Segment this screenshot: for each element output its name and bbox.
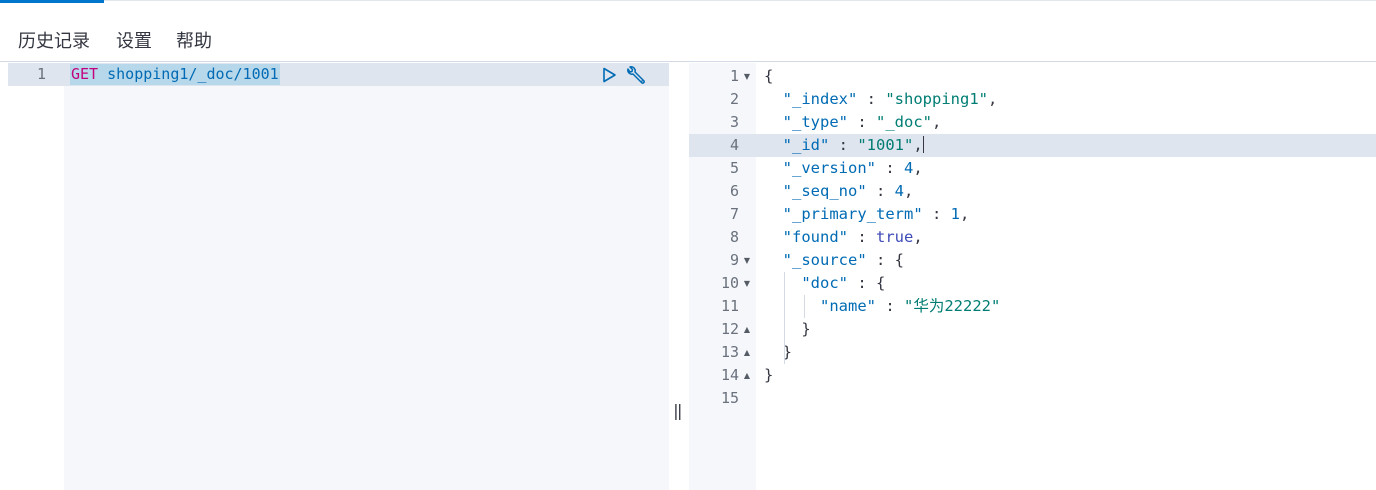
json-token: "_primary_term"	[782, 205, 923, 223]
json-token: :	[848, 228, 876, 246]
json-token: ,	[987, 90, 998, 108]
response-code-line: "_primary_term" : 1,	[764, 203, 970, 226]
fold-collapse-icon[interactable]: ▼	[743, 272, 751, 295]
json-token: "华为22222"	[904, 297, 1001, 315]
response-line-number: 3	[729, 113, 739, 131]
response-code-line: }	[764, 364, 773, 387]
response-line-number: 2	[729, 90, 739, 108]
json-token: ,	[913, 136, 923, 154]
json-token: "1001"	[857, 136, 914, 154]
indent-guide	[804, 295, 805, 318]
response-line-number: 1	[729, 67, 739, 85]
response-code-line: }	[764, 341, 792, 364]
response-code-line: "doc" : {	[764, 272, 885, 295]
json-token: ,	[904, 182, 914, 200]
response-code-line: "_version" : 4,	[764, 157, 923, 180]
response-viewer[interactable]: 1 ▼{2 "_index" : "shopping1", 3 "_type" : …	[689, 63, 1376, 490]
json-token: "doc"	[801, 274, 848, 292]
fold-collapse-icon[interactable]: ▼	[743, 65, 751, 88]
json-token: :	[876, 297, 904, 315]
json-token: :	[866, 182, 895, 200]
indent-guide	[784, 272, 785, 364]
json-token: :	[848, 113, 876, 131]
response-code-line: "_id" : "1001",	[764, 134, 924, 157]
response-line-number: 7	[729, 205, 739, 223]
response-code-line: "_index" : "shopping1",	[764, 88, 998, 111]
json-token: :	[829, 136, 858, 154]
request-line[interactable]: GET shopping1/_doc/1001	[70, 64, 280, 85]
json-token: 4	[904, 159, 914, 177]
request-line-number: 1	[36, 65, 46, 83]
fold-collapse-icon[interactable]: ▼	[743, 249, 751, 272]
json-token: :	[922, 205, 951, 223]
active-tab-indicator	[0, 0, 104, 3]
response-code-line: "_seq_no" : 4,	[764, 180, 914, 203]
json-token: }	[764, 366, 774, 384]
response-line-number: 14	[720, 366, 739, 384]
json-token: :	[876, 159, 904, 177]
json-token: true	[876, 228, 914, 246]
fold-expand-icon[interactable]: ▲	[743, 341, 751, 364]
play-icon[interactable]	[601, 67, 617, 83]
json-token: "_version"	[782, 159, 876, 177]
json-token: 4	[894, 182, 905, 200]
json-token: "found"	[782, 228, 848, 246]
json-token: "_index"	[782, 90, 858, 108]
wrench-icon[interactable]	[625, 66, 647, 86]
json-token: ,	[913, 159, 923, 177]
menu-bar: 历史记录 设置 帮助	[0, 14, 1376, 62]
menu-divider	[0, 61, 1376, 62]
request-path: shopping1/_doc/1001	[107, 65, 279, 83]
response-code-line: {	[764, 65, 773, 88]
response-line-number: 8	[729, 228, 739, 246]
menu-history[interactable]: 历史记录	[18, 27, 90, 53]
pane-divider	[669, 63, 689, 490]
json-token: "_seq_no"	[782, 182, 867, 200]
response-line-number: 12	[720, 320, 739, 338]
response-line-number: 15	[720, 389, 739, 407]
json-token: "shopping1"	[885, 90, 988, 108]
response-line-number: 5	[729, 159, 739, 177]
response-code-line: }	[764, 318, 811, 341]
json-token: "_id"	[782, 136, 830, 154]
response-code-line: "found" : true,	[764, 226, 923, 249]
response-code-line: "_source" : {	[764, 249, 904, 272]
json-token: "name"	[820, 297, 876, 315]
json-token: : {	[866, 251, 904, 269]
json-token: ,	[960, 205, 970, 223]
resize-handle-icon[interactable]: ‖	[673, 401, 683, 420]
json-token: ,	[913, 228, 923, 246]
response-line-number: 4	[729, 136, 739, 154]
fold-expand-icon[interactable]: ▲	[743, 318, 751, 341]
response-code-line: "name" : "华为22222"	[764, 295, 1000, 318]
response-line-number: 9	[729, 251, 739, 269]
request-method: GET	[71, 65, 99, 83]
text-cursor	[922, 136, 924, 153]
response-line-number: 11	[720, 297, 739, 315]
menu-settings[interactable]: 设置	[116, 27, 152, 53]
response-code-line: "_type" : "_doc",	[764, 111, 942, 134]
json-token: "_doc"	[876, 113, 932, 131]
request-gutter	[8, 63, 64, 490]
json-token: {	[764, 67, 774, 85]
json-token: "_type"	[782, 113, 848, 131]
json-token: 1	[950, 205, 960, 223]
json-token: "_source"	[782, 251, 867, 269]
json-token: }	[801, 320, 811, 338]
fold-expand-icon[interactable]: ▲	[743, 364, 751, 387]
menu-help[interactable]: 帮助	[176, 27, 212, 53]
response-line-number: 13	[720, 343, 739, 361]
top-border	[104, 0, 1376, 1]
response-line-number: 6	[729, 182, 739, 200]
request-editor[interactable]: 1 GET shopping1/_doc/1001	[8, 63, 669, 490]
response-line-number: 10	[720, 274, 739, 292]
json-token: ,	[932, 113, 942, 131]
json-token: :	[857, 90, 886, 108]
json-token: : {	[848, 274, 886, 292]
